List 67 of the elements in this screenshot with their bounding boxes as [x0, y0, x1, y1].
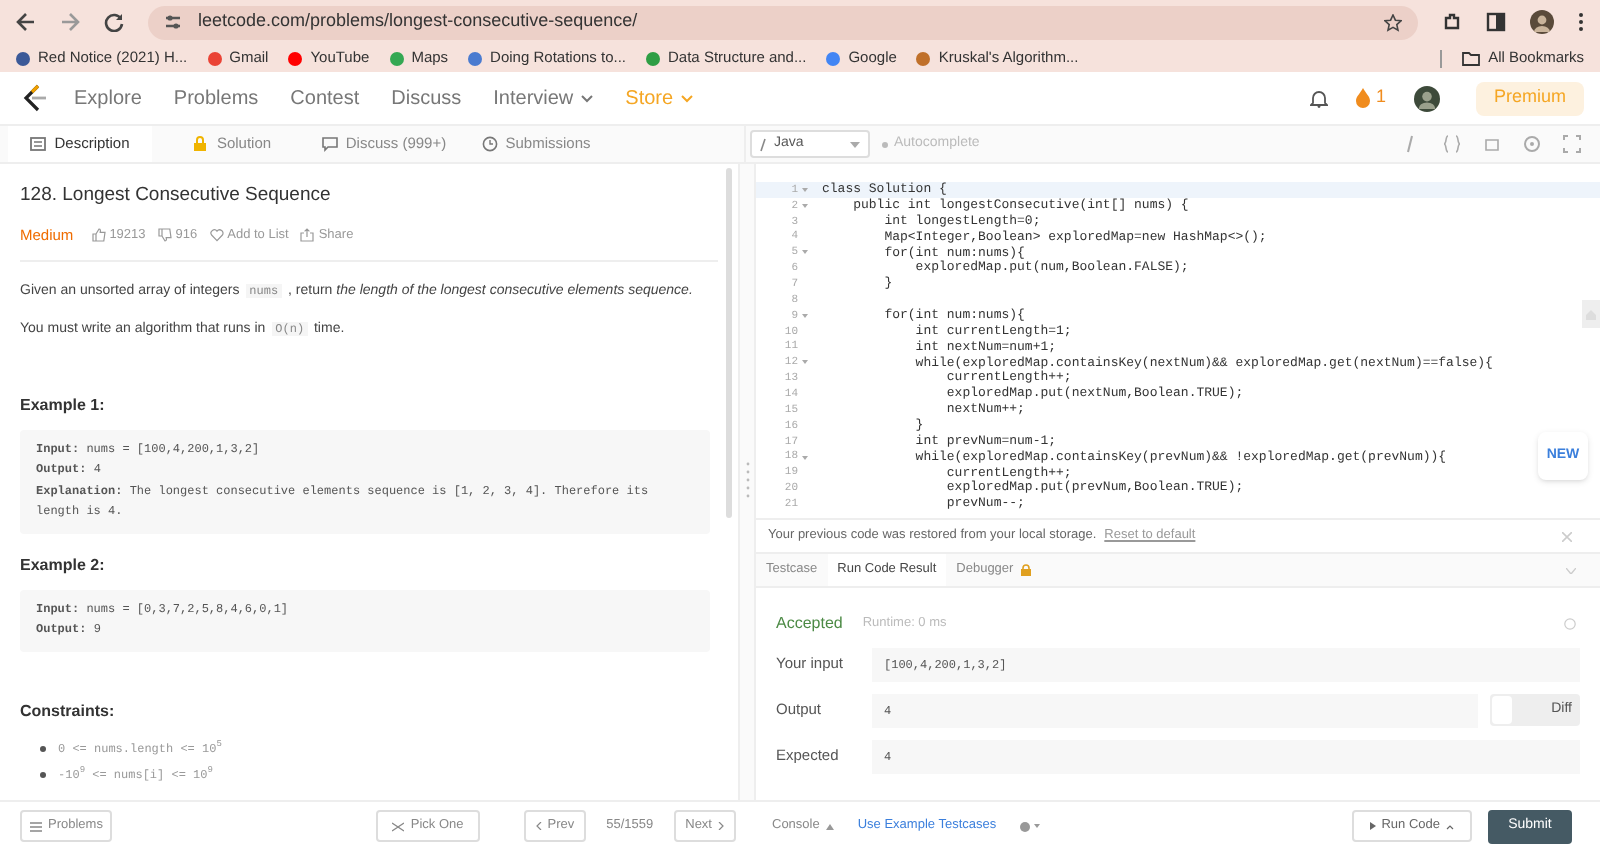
shuffle-icon — [392, 821, 405, 831]
nav-link[interactable]: Problems — [173, 83, 259, 113]
options-dropdown[interactable] — [1020, 821, 1041, 831]
nav-link[interactable]: Interview — [493, 83, 594, 113]
scrollbar[interactable] — [726, 168, 732, 518]
extensions-icon[interactable] — [1442, 12, 1462, 32]
user-avatar-icon[interactable] — [1413, 85, 1440, 111]
share-icon — [300, 228, 315, 243]
reset-icon[interactable] — [1482, 134, 1502, 154]
side-panel-button[interactable] — [1582, 300, 1600, 328]
play-icon — [1369, 822, 1376, 830]
forward-icon[interactable] — [60, 12, 80, 32]
braces-icon[interactable] — [1442, 134, 1462, 154]
fold-arrow-icon[interactable] — [802, 313, 808, 318]
caret-up-icon — [825, 823, 834, 829]
lock-icon — [192, 136, 209, 152]
lock-icon — [1019, 564, 1032, 576]
caret-up-icon — [1446, 823, 1454, 829]
back-icon[interactable] — [16, 12, 36, 32]
star-icon[interactable] — [1384, 13, 1402, 31]
profile-avatar-icon[interactable] — [1530, 10, 1554, 34]
document-icon — [30, 136, 47, 152]
fold-arrow-icon[interactable] — [802, 360, 808, 365]
chevron-left-icon — [535, 822, 542, 830]
nav-link[interactable]: Discuss — [391, 83, 462, 113]
collapse-icon[interactable] — [1566, 567, 1576, 573]
caret-icon — [850, 141, 860, 147]
nav-link[interactable]: Contest — [290, 83, 360, 113]
bell-icon[interactable] — [1309, 88, 1328, 108]
caret-icon — [679, 93, 694, 103]
streak-counter[interactable]: 1 — [1355, 84, 1386, 112]
address-bar[interactable]: leetcode.com/problems/longest-consecutive-sequence/ — [148, 5, 1418, 39]
fullscreen-icon[interactable] — [1562, 134, 1582, 154]
nav-link[interactable]: Explore — [74, 83, 142, 113]
heart-icon — [209, 228, 224, 243]
caret-icon — [579, 93, 594, 103]
clock-icon — [481, 136, 498, 152]
site-info-icon — [164, 14, 182, 30]
example-heading: Example 1: — [20, 393, 107, 417]
thumbs-up-icon — [91, 228, 106, 243]
sidebar-icon[interactable] — [1486, 12, 1506, 32]
caret-down-icon — [1034, 824, 1041, 828]
bullet-icon — [40, 771, 46, 777]
settings-icon[interactable] — [1522, 134, 1542, 154]
result-status: Accepted — [776, 612, 843, 636]
fold-arrow-icon[interactable] — [802, 187, 808, 192]
fold-arrow-icon[interactable] — [802, 203, 808, 208]
info-circle-icon — [1020, 821, 1031, 831]
thumbs-down-icon — [157, 228, 172, 243]
example-heading: Example 2: — [20, 553, 107, 577]
chevron-right-icon — [718, 822, 724, 830]
close-icon[interactable] — [1562, 531, 1572, 541]
menu-icon[interactable] — [1578, 12, 1584, 32]
chat-icon — [321, 136, 338, 152]
list-icon — [30, 821, 42, 831]
folder-icon — [1462, 51, 1481, 65]
problem-title: 128. Longest Consecutive Sequence — [20, 182, 333, 210]
fold-arrow-icon[interactable] — [802, 250, 808, 255]
url-text: leetcode.com/problems/longest-consecutive-sequence/ — [198, 8, 640, 35]
help-icon[interactable] — [1564, 618, 1576, 630]
dot-icon — [882, 141, 888, 147]
reload-icon[interactable] — [104, 12, 124, 32]
bullet-icon — [40, 745, 46, 751]
constraints-heading: Constraints: — [20, 699, 117, 723]
fold-arrow-icon[interactable] — [802, 455, 808, 460]
flame-icon — [1355, 88, 1370, 108]
logo-icon[interactable] — [22, 84, 46, 112]
